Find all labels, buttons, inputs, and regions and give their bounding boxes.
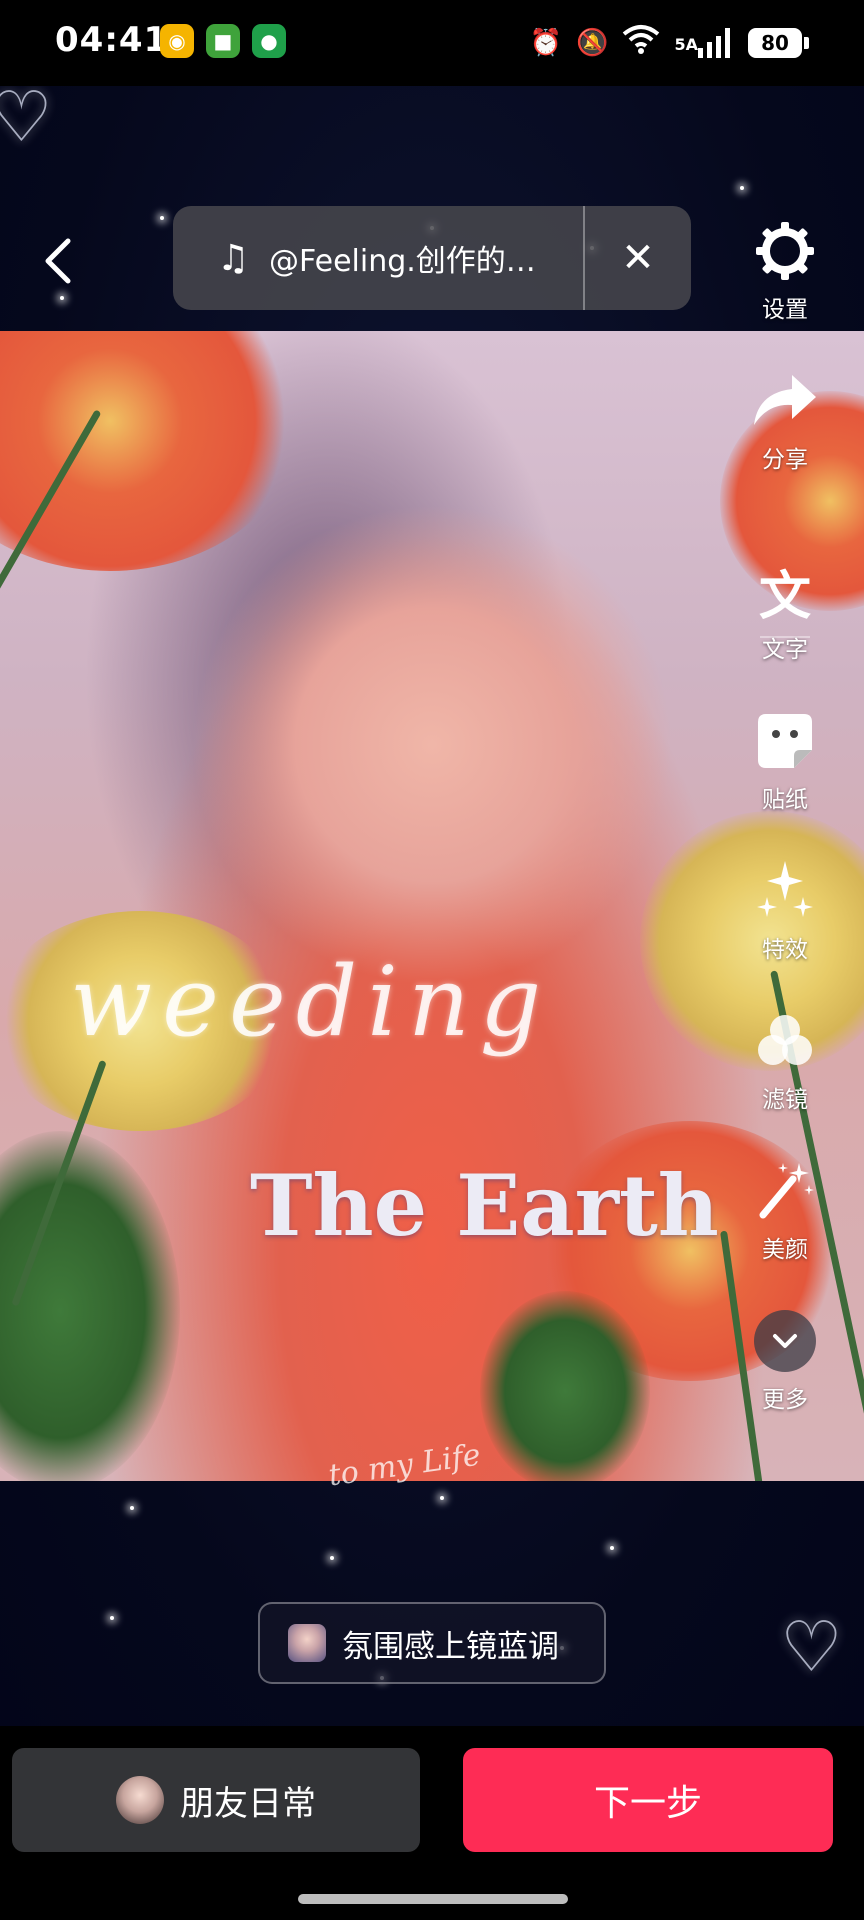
- avatar: [116, 1776, 164, 1824]
- tool-share[interactable]: 分享: [740, 366, 830, 474]
- tool-label: 滤镜: [762, 1087, 808, 1113]
- chevron-down-icon: [750, 1306, 820, 1376]
- back-button[interactable]: [32, 226, 84, 296]
- system-icons: ⏰ 🔕 5A 80: [530, 24, 809, 61]
- home-indicator[interactable]: [298, 1894, 568, 1904]
- leaf-decoration: [0, 1131, 180, 1481]
- sparkle-decoration: [60, 296, 64, 300]
- sparkle-decoration: [740, 186, 744, 190]
- tool-filters[interactable]: 滤镜: [740, 1006, 830, 1114]
- signal-icon: 5A: [674, 27, 734, 58]
- leaf-decoration: [480, 1291, 650, 1481]
- share-arrow-icon: [750, 366, 820, 436]
- music-title: @Feeling.创作的…: [269, 244, 536, 279]
- battery-icon: 80: [748, 27, 809, 58]
- tool-label: 特效: [762, 937, 808, 963]
- alarm-icon: ⏰: [529, 27, 563, 58]
- tool-more[interactable]: 更多: [740, 1306, 830, 1414]
- sparkle-decoration: [440, 1496, 444, 1500]
- notification-app-icons: ◉ ■ ●: [160, 24, 286, 58]
- tool-beauty[interactable]: 美颜: [740, 1156, 830, 1264]
- sparkle-decoration: [330, 1556, 334, 1560]
- tool-settings[interactable]: 设置: [740, 216, 830, 324]
- effect-template-chip[interactable]: 氛围感上镜蓝调: [258, 1602, 606, 1684]
- bottom-action-bar: 朋友日常 下一步: [0, 1726, 864, 1920]
- weibo-icon: ◉: [160, 24, 194, 58]
- tool-stickers[interactable]: 贴纸: [740, 706, 830, 814]
- tool-label: 文字: [762, 637, 808, 663]
- heart-decoration-icon: ♡: [0, 86, 53, 158]
- sparkle-decoration: [610, 1546, 614, 1550]
- video-preview-stage: ♡ ♡ weeding The Earth to my Life ♫ @Feel…: [0, 86, 864, 1726]
- friends-daily-button[interactable]: 朋友日常: [12, 1748, 420, 1852]
- chevron-left-icon: [45, 238, 71, 284]
- overlay-title: The Earth: [250, 1156, 719, 1255]
- tool-label: 更多: [762, 1387, 808, 1413]
- battery-level: 80: [748, 27, 802, 58]
- tool-label: 设置: [762, 297, 808, 323]
- network-type-label: 5A: [674, 34, 698, 54]
- music-app-icon: ●: [252, 24, 286, 58]
- status-bar: 04:41 ◉ ■ ● ⏰ 🔕 5A 80: [0, 0, 864, 86]
- music-note-icon: ♫: [216, 237, 250, 279]
- sticker-app-icon: ■: [206, 24, 240, 58]
- tool-text[interactable]: 文 文字: [740, 556, 830, 664]
- sparkle-decoration: [130, 1506, 134, 1510]
- sparkle-decoration: [110, 1616, 114, 1620]
- filter-icon: [750, 1006, 820, 1076]
- gear-icon: [750, 216, 820, 286]
- mute-icon: 🔕: [576, 27, 609, 58]
- status-time: 04:41: [55, 20, 169, 60]
- selected-music-pill[interactable]: ♫ @Feeling.创作的… ✕: [173, 206, 691, 310]
- remove-music-button[interactable]: ✕: [585, 206, 691, 310]
- wifi-icon: [622, 24, 660, 61]
- friends-daily-label: 朋友日常: [180, 1783, 316, 1824]
- next-step-button[interactable]: 下一步: [463, 1748, 833, 1852]
- effect-chip-label: 氛围感上镜蓝调: [342, 1628, 559, 1665]
- close-icon: ✕: [621, 235, 655, 281]
- effect-thumbnail: [288, 1624, 326, 1662]
- tool-label: 贴纸: [762, 787, 808, 813]
- tool-label: 分享: [762, 447, 808, 473]
- text-icon: 文: [758, 566, 811, 627]
- poppy-flower-red: [0, 331, 300, 571]
- sparkle-decoration: [160, 216, 164, 220]
- tool-label: 美颜: [762, 1237, 808, 1263]
- heart-decoration-icon: ♡: [780, 1606, 843, 1688]
- overlay-script-word: weeding: [70, 946, 552, 1058]
- sticker-icon: [750, 706, 820, 776]
- tool-effects[interactable]: 特效: [740, 856, 830, 964]
- video-frame: [0, 331, 864, 1481]
- sparkle-icon: [750, 856, 820, 926]
- magic-wand-icon: [750, 1156, 820, 1226]
